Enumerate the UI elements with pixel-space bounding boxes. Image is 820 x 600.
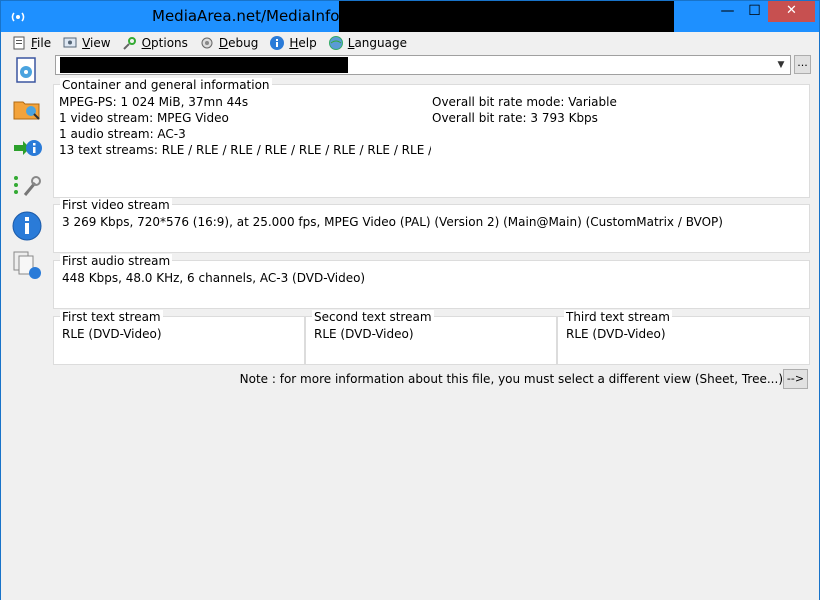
- left-toolbar: [1, 53, 51, 600]
- close-button[interactable]: ✕: [768, 1, 815, 22]
- file-select-combo[interactable]: ▼: [55, 55, 791, 75]
- text-stream-title-3: Third text stream: [564, 310, 672, 324]
- text-stream-title-1: First text stream: [60, 310, 163, 324]
- video-stream-info: 3 269 Kbps, 720*576 (16:9), at 25.000 fp…: [62, 215, 723, 229]
- preferences-icon: [11, 171, 43, 206]
- menu-language-label: Language: [347, 35, 407, 50]
- menu-view[interactable]: View: [62, 35, 111, 51]
- tool-knowledge-base[interactable]: [11, 250, 43, 282]
- tool-open-folder[interactable]: [11, 94, 43, 126]
- menu-file-label: File: [31, 35, 52, 50]
- open-file-icon: [11, 54, 43, 89]
- change-view-button[interactable]: -->: [783, 369, 808, 389]
- text-stream-info-1: RLE (DVD-Video): [62, 327, 162, 341]
- menu-debug-label: Debug: [218, 35, 259, 50]
- redacted-title-block: [339, 1, 674, 32]
- language-icon: [328, 35, 344, 51]
- text-stream-title-2: Second text stream: [312, 310, 434, 324]
- text-stream-group-1: First text stream RLE (DVD-Video): [53, 310, 305, 365]
- title-bar[interactable]: MediaArea.net/MediaInfo - — ☐ ✕: [1, 1, 819, 32]
- browse-button[interactable]: ...: [794, 55, 811, 74]
- general-line-audio: 1 audio stream: AC-3: [59, 127, 186, 141]
- video-stream-group: First video stream 3 269 Kbps, 720*576 (…: [53, 198, 810, 253]
- menu-bar: File View Options Debug Help Language: [1, 32, 819, 53]
- audio-stream-title: First audio stream: [60, 254, 173, 268]
- audio-stream-group: First audio stream 448 Kbps, 48.0 KHz, 6…: [53, 254, 810, 309]
- maximize-button[interactable]: ☐: [741, 1, 768, 22]
- minimize-button[interactable]: —: [714, 1, 741, 22]
- debug-icon: [199, 35, 215, 51]
- tool-export[interactable]: [11, 133, 43, 165]
- help-icon: [269, 35, 285, 51]
- menu-options-label: Options: [141, 35, 188, 50]
- text-stream-group-2: Second text stream RLE (DVD-Video): [305, 310, 557, 365]
- redacted-file-path: [60, 57, 348, 73]
- general-line-text: 13 text streams: RLE / RLE / RLE / RLE /…: [59, 143, 431, 157]
- general-info-group: Container and general information MPEG-P…: [53, 78, 810, 198]
- chevron-down-icon[interactable]: ▼: [774, 57, 788, 73]
- video-stream-title: First video stream: [60, 198, 172, 212]
- menu-debug[interactable]: Debug: [199, 35, 258, 51]
- mediainfo-window: MediaArea.net/MediaInfo - — ☐ ✕ File Vie…: [0, 0, 820, 600]
- menu-file[interactable]: File: [11, 35, 51, 51]
- view-note: Note : for more information about this f…: [239, 372, 783, 386]
- text-stream-info-3: RLE (DVD-Video): [566, 327, 666, 341]
- knowledge-base-icon: [11, 249, 43, 284]
- tool-about[interactable]: [11, 211, 43, 243]
- audio-stream-info: 448 Kbps, 48.0 KHz, 6 channels, AC-3 (DV…: [62, 271, 366, 285]
- general-line-video: 1 video stream: MPEG Video: [59, 111, 229, 125]
- tool-open-file[interactable]: [11, 55, 43, 87]
- app-icon[interactable]: [9, 8, 27, 26]
- file-icon: [11, 35, 27, 51]
- window-right-edge: [813, 53, 819, 600]
- about-icon: [11, 210, 43, 245]
- menu-view-label: View: [82, 35, 111, 50]
- window-title: MediaArea.net/MediaInfo -: [152, 7, 350, 25]
- export-icon: [11, 132, 43, 167]
- options-icon: [122, 35, 138, 51]
- menu-help[interactable]: Help: [269, 35, 317, 51]
- client-area: ▼ ... Container and general information …: [51, 53, 813, 600]
- general-line-format: MPEG-PS: 1 024 MiB, 37mn 44s: [59, 95, 249, 109]
- menu-language[interactable]: Language: [328, 35, 407, 51]
- text-stream-info-2: RLE (DVD-Video): [314, 327, 414, 341]
- general-line-bitrate: Overall bit rate: 3 793 Kbps: [432, 111, 598, 125]
- general-info-title: Container and general information: [60, 78, 272, 92]
- open-folder-icon: [11, 93, 43, 128]
- general-line-bitrate-mode: Overall bit rate mode: Variable: [432, 95, 617, 109]
- tool-preferences[interactable]: [11, 172, 43, 204]
- view-icon: [62, 35, 78, 51]
- text-stream-group-3: Third text stream RLE (DVD-Video): [557, 310, 810, 365]
- menu-options[interactable]: Options: [122, 35, 188, 51]
- menu-help-label: Help: [289, 35, 317, 50]
